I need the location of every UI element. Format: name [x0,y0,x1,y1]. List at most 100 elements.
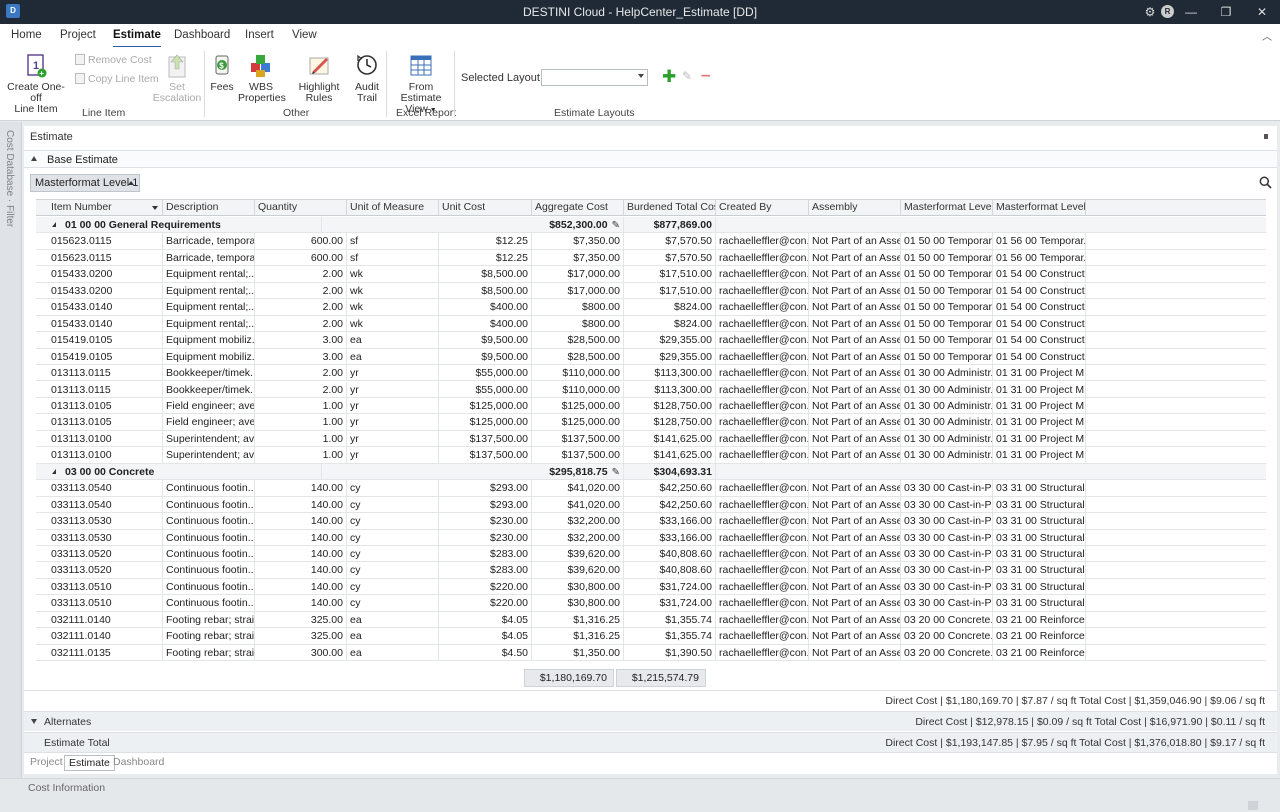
cell-assembly[interactable]: Not Part of an Asse... [809,299,901,316]
cell-masterformat-level-3[interactable]: 03 31 00 Structural... [993,562,1086,579]
cell-burdened-total-cost[interactable]: $304,693.31 [624,463,716,480]
cell-aggregate-cost[interactable]: $800.00 [532,315,624,332]
cell-masterformat-level-3[interactable]: 03 31 00 Structural... [993,578,1086,595]
cell-burdened-total-cost[interactable]: $113,300.00 [624,365,716,382]
cell-quantity[interactable]: 140.00 [255,546,347,562]
column-header-description[interactable]: Description [163,200,255,216]
cell-created-by[interactable]: rachaelleffler@con... [716,628,809,645]
cell-description[interactable]: Continuous footin... [163,513,255,530]
table-row[interactable]: 015433.0200 Equipment rental;... 2.00 wk $8,… [36,266,1266,283]
cell-aggregate-cost[interactable]: $32,200.00 [532,529,624,546]
cell-assembly[interactable]: Not Part of an Asse... [809,595,901,612]
cell-burdened-total-cost[interactable]: $113,300.00 [624,381,716,398]
cell-burdened-total-cost[interactable]: $17,510.00 [624,282,716,299]
pin-icon[interactable] [1264,134,1268,139]
cell-quantity[interactable]: 1.00 [255,447,347,464]
cell-unit-of-measure[interactable]: ea [347,348,439,365]
group-by-chip[interactable]: Masterformat Level 1 [30,174,140,192]
cell-burdened-total-cost[interactable]: $824.00 [624,315,716,332]
cell-burdened-total-cost[interactable]: $40,808.60 [624,546,716,562]
cell-burdened-total-cost[interactable]: $128,750.00 [624,414,716,431]
cell-masterformat-level-3[interactable]: 03 21 00 Reinforce... [993,611,1086,628]
cell-description[interactable]: Footing rebar; strai... [163,611,255,628]
cell-unit-of-measure[interactable]: ea [347,628,439,645]
cell-burdened-total-cost[interactable]: $128,750.00 [624,397,716,414]
cell-burdened-total-cost[interactable]: $877,869.00 [624,217,716,233]
cell-assembly[interactable]: Not Part of an Asse... [809,249,901,266]
cell-masterformat-level-2[interactable]: 03 20 00 Concrete... [901,644,993,661]
cell-masterformat-level-3[interactable]: 01 56 00 Temporar... [993,233,1086,250]
cell-burdened-total-cost[interactable]: $17,510.00 [624,266,716,283]
table-row[interactable]: 013113.0105 Field engineer; ave... 1.00 yr $… [36,397,1266,415]
cell-masterformat-level-3[interactable]: 01 54 00 Constructi... [993,299,1086,316]
resize-grip-icon[interactable] [1248,801,1258,810]
column-header-masterformat-level-2[interactable]: Masterformat Level 2 [901,200,993,216]
cell-assembly[interactable]: Not Part of an Asse... [809,397,901,414]
cell-created-by[interactable]: rachaelleffler@con... [716,595,809,612]
cell-unit-of-measure[interactable]: wk [347,282,439,299]
cell-description[interactable]: Continuous footin... [163,546,255,562]
cell-unit-of-measure[interactable]: ea [347,611,439,628]
cell-quantity[interactable]: 140.00 [255,562,347,579]
cell-aggregate-cost[interactable]: $30,800.00 [532,578,624,595]
cell-masterformat-level-2[interactable]: 01 30 00 Administr... [901,397,993,414]
tab-estimate[interactable]: Estimate [64,755,115,771]
remove-layout-button[interactable]: – [701,65,710,85]
cell-quantity[interactable]: 325.00 [255,628,347,645]
cell-item-number[interactable]: 015623.0115 [48,233,163,250]
cell-aggregate-cost[interactable]: $32,200.00 [532,513,624,530]
pencil-icon[interactable]: ✎ [612,218,620,233]
cell-unit-of-measure[interactable]: cy [347,595,439,612]
cell-quantity[interactable]: 300.00 [255,644,347,661]
cell-quantity[interactable]: 2.00 [255,381,347,398]
cell-masterformat-level-3[interactable]: 01 54 00 Constructi... [993,315,1086,332]
chevron-down-icon[interactable] [152,206,158,210]
cell-created-by[interactable]: rachaelleffler@con... [716,546,809,562]
cell-assembly[interactable]: Not Part of an Asse... [809,365,901,382]
cell-description[interactable]: Continuous footin... [163,529,255,546]
cell-masterformat-level-2[interactable]: 01 50 00 Temporar... [901,249,993,266]
cell-item-number[interactable]: 013113.0115 [48,365,163,382]
cell-item-number[interactable]: 015433.0200 [48,282,163,299]
cell-item-number[interactable]: 013113.0105 [48,414,163,431]
collapse-group-icon[interactable] [52,468,56,474]
cell-created-by[interactable]: rachaelleffler@con... [716,332,809,349]
column-header-assembly[interactable]: Assembly [809,200,901,216]
tab-project[interactable]: Project [26,755,67,771]
cell-description[interactable]: Continuous footin... [163,562,255,579]
menu-home[interactable]: Home [11,29,42,41]
cell-unit-of-measure[interactable]: sf [347,249,439,266]
cell-item-number[interactable]: 015419.0105 [48,348,163,365]
cell-masterformat-level-3[interactable]: 03 21 00 Reinforce... [993,644,1086,661]
cell-masterformat-level-3[interactable]: 03 31 00 Structural... [993,595,1086,612]
cell-masterformat-level-2[interactable]: 01 50 00 Temporar... [901,266,993,283]
table-row[interactable]: 013113.0105 Field engineer; ave... 1.00 yr $… [36,414,1266,431]
cell-masterformat-level-3[interactable]: 03 31 00 Structural... [993,480,1086,497]
cell-unit-cost[interactable]: $400.00 [439,299,532,316]
cell-item-number[interactable]: 015433.0200 [48,266,163,283]
cell-masterformat-level-2[interactable]: 03 30 00 Cast-in-Pl... [901,595,993,612]
table-row[interactable]: 013113.0115 Bookkeeper/timek... 2.00 yr $55,… [36,381,1266,398]
alternates-row[interactable]: Alternates Direct Cost | $12,978.15 | $0… [24,711,1277,731]
cell-aggregate-cost[interactable]: $39,620.00 [532,546,624,562]
cell-quantity[interactable]: 1.00 [255,414,347,431]
cell-aggregate-cost[interactable]: $137,500.00 [532,447,624,464]
cell-unit-of-measure[interactable]: cy [347,480,439,497]
cell-assembly[interactable]: Not Part of an Asse... [809,611,901,628]
cell-unit-cost[interactable]: $230.00 [439,529,532,546]
cell-unit-of-measure[interactable]: cy [347,529,439,546]
menu-estimate[interactable]: Estimate [113,29,161,48]
cell-created-by[interactable]: rachaelleffler@con... [716,496,809,513]
cell-description[interactable]: Continuous footin... [163,496,255,513]
group-row[interactable]: 01 00 00 General Requirements $852,300.00… [36,217,1266,234]
cell-aggregate-cost[interactable]: $28,500.00 [532,348,624,365]
menu-insert[interactable]: Insert [245,29,274,41]
cell-unit-cost[interactable]: $55,000.00 [439,365,532,382]
cell-masterformat-level-2[interactable]: 01 30 00 Administr... [901,430,993,447]
cell-created-by[interactable]: rachaelleffler@con... [716,233,809,250]
cell-unit-cost[interactable]: $4.05 [439,611,532,628]
cell-created-by[interactable]: rachaelleffler@con... [716,381,809,398]
cell-aggregate-cost[interactable]: $125,000.00 [532,414,624,431]
cell-created-by[interactable]: rachaelleffler@con... [716,644,809,661]
wbs-properties-button[interactable]: WBS Properties [238,53,286,104]
